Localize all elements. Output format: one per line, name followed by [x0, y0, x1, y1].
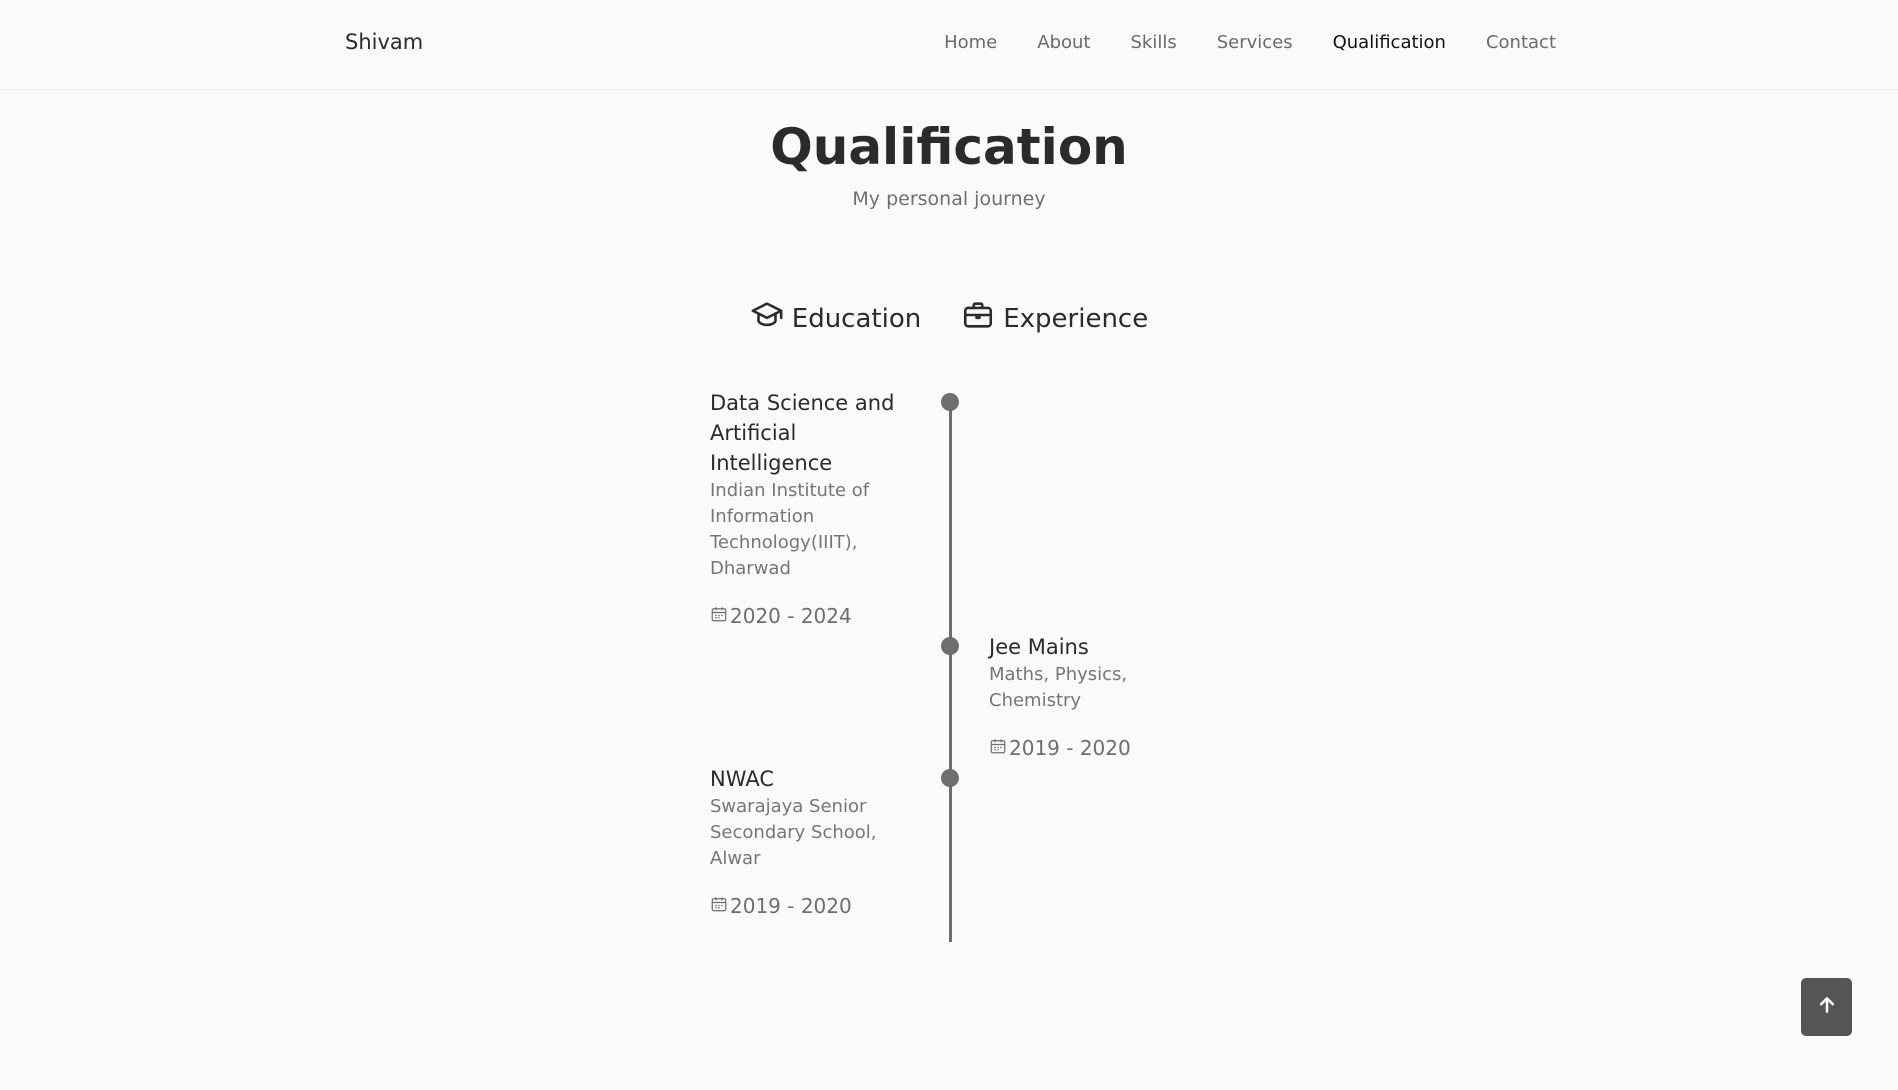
entry-date-text: 2020 - 2024 [730, 604, 852, 628]
nav-link-contact[interactable]: Contact [1486, 32, 1556, 53]
tab-experience[interactable]: Experience [961, 298, 1148, 339]
calendar-icon [710, 604, 728, 628]
entry-subtitle: Swarajaya Senior Secondary School, Alwar [710, 796, 877, 869]
nav-link-qualification[interactable]: Qualification [1333, 32, 1446, 53]
graduation-cap-icon [750, 298, 784, 339]
timeline-dot [941, 769, 959, 787]
navbar: Shivam Home About Skills Services Qualif… [0, 0, 1898, 90]
nav-link-skills[interactable]: Skills [1130, 32, 1176, 53]
timeline-entry: NWAC Swarajaya Senior Secondary School, … [710, 764, 910, 918]
nav-links: Home About Skills Services Qualification… [904, 32, 1556, 53]
brand-logo[interactable]: Shivam [345, 30, 423, 54]
calendar-icon [710, 894, 728, 918]
briefcase-icon [961, 298, 995, 339]
qualification-tabs: Education Experience [0, 298, 1898, 339]
timeline-dot [941, 393, 959, 411]
tab-education-label: Education [791, 303, 922, 334]
calendar-icon [989, 736, 1007, 760]
arrow-up-icon [1817, 995, 1837, 1019]
entry-title: NWAC [710, 767, 774, 791]
entry-title: Data Science and Artificial Intelligence [710, 391, 895, 475]
timeline-entry: Jee Mains Maths, Physics, Chemistry 2019… [989, 632, 1189, 760]
timeline-entry: Data Science and Artificial Intelligence… [710, 388, 910, 628]
tab-experience-label: Experience [1003, 303, 1149, 334]
nav-link-services[interactable]: Services [1217, 32, 1293, 53]
timeline-line [949, 402, 952, 942]
entry-date-text: 2019 - 2020 [730, 894, 852, 918]
entry-date: 2019 - 2020 [989, 736, 1189, 760]
entry-date: 2020 - 2024 [710, 604, 910, 628]
nav-link-about[interactable]: About [1037, 32, 1090, 53]
entry-title: Jee Mains [989, 635, 1089, 659]
timeline-dot [941, 637, 959, 655]
entry-subtitle: Maths, Physics, Chemistry [989, 664, 1128, 711]
entry-subtitle: Indian Institute of Information Technolo… [710, 480, 870, 579]
entry-date-text: 2019 - 2020 [1009, 736, 1131, 760]
section-subtitle: My personal journey [852, 188, 1046, 210]
scroll-up-button[interactable] [1801, 978, 1852, 1036]
section-title: Qualification [770, 118, 1128, 176]
tab-education[interactable]: Education [750, 298, 921, 339]
entry-date: 2019 - 2020 [710, 894, 910, 918]
nav-link-home[interactable]: Home [944, 32, 997, 53]
